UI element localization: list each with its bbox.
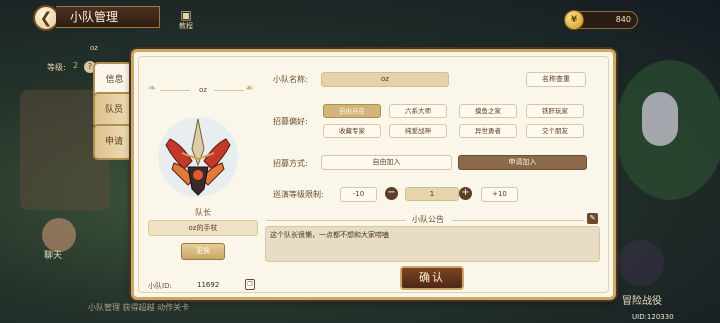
recruit-preference-label: 招募偏好:: [273, 117, 308, 126]
team-emblem-icon[interactable]: [152, 109, 244, 203]
preference-chip[interactable]: 纯爱战神: [389, 124, 447, 138]
level-limit-label: 巡演等级限制:: [273, 190, 324, 199]
ornament-line-right: [214, 90, 244, 91]
level-plus-ten-button[interactable]: +10: [481, 187, 518, 202]
widget-level-value: 2: [73, 61, 79, 70]
ornament-right-icon: ☙: [245, 83, 254, 94]
preference-chip[interactable]: 交个朋友: [526, 124, 584, 138]
method-free-join-button[interactable]: 自由加入: [321, 155, 452, 170]
ornament-line-left: [160, 90, 190, 91]
widget-team-name: oz: [90, 44, 98, 52]
tutorial-button[interactable]: ▣ 教程: [176, 8, 196, 32]
tutorial-label: 教程: [179, 22, 193, 30]
ornament-left-icon: ❧: [148, 83, 157, 94]
preference-chip[interactable]: 六系大师: [389, 104, 447, 118]
notice-divider-left: [266, 220, 406, 221]
emblem-graphic: [158, 117, 238, 197]
level-increase-button[interactable]: +: [459, 187, 472, 200]
team-name-heading: oz: [199, 86, 207, 94]
team-id-label: 小队ID:: [148, 282, 172, 290]
user-id: UID:120330: [632, 313, 674, 321]
recruit-method-label: 招募方式:: [273, 159, 308, 168]
level-limit-input[interactable]: 1: [405, 187, 459, 201]
background-character: [42, 218, 76, 252]
tab-applications-label: 申请: [104, 137, 123, 147]
name-check-button[interactable]: 名称查重: [526, 72, 586, 87]
currency-display[interactable]: ¥ 840: [564, 10, 638, 30]
confirm-button[interactable]: 确认: [400, 266, 464, 290]
widget-level-label: 等级:: [47, 63, 66, 72]
notice-title: 小队公告: [412, 215, 444, 224]
preference-chip[interactable]: 异世勇者: [459, 124, 517, 138]
team-name-label: 小队名称:: [273, 75, 308, 84]
team-id-value: 11692: [197, 281, 220, 289]
chat-button[interactable]: 聊天: [44, 248, 62, 261]
tab-applications[interactable]: 申请: [93, 124, 133, 160]
team-name-input[interactable]: oz: [321, 72, 449, 87]
method-apply-join-button[interactable]: 申请加入: [458, 155, 587, 170]
background-bunny: [642, 92, 678, 146]
leader-caption: 队长: [195, 208, 211, 217]
top-bar: ❮ 小队管理 ▣ 教程 ¥ 840: [0, 0, 720, 34]
background-creature: [618, 240, 664, 286]
coin-icon: ¥: [564, 10, 584, 30]
level-decrease-button[interactable]: −: [385, 187, 398, 200]
currency-value: 840: [615, 15, 631, 24]
book-icon: ▣: [180, 8, 192, 22]
background-bottom-text: 小队管理 获得超越 动作关卡: [88, 303, 190, 312]
tab-members-label: 队员: [104, 105, 123, 115]
tab-members[interactable]: 队员: [93, 92, 133, 128]
adventure-button[interactable]: 冒险战役: [622, 292, 662, 307]
notice-divider-right: [452, 220, 584, 221]
preference-chip[interactable]: 铁肝玩家: [526, 104, 584, 118]
preference-chip[interactable]: 摸鱼之家: [459, 104, 517, 118]
edit-icon[interactable]: ✎: [587, 213, 598, 224]
page-title: 小队管理: [56, 6, 160, 28]
tab-info-label: 信息: [105, 75, 124, 85]
preference-chip[interactable]: 收藏专家: [323, 124, 381, 138]
arrow-left-icon: ❮: [39, 9, 53, 27]
preference-chip[interactable]: 自由自在: [323, 104, 381, 118]
copy-icon[interactable]: ❐: [245, 279, 255, 290]
change-emblem-button[interactable]: 更换: [181, 243, 225, 260]
level-minus-ten-button[interactable]: -10: [340, 187, 377, 202]
leader-name: oz的手杖: [148, 220, 258, 236]
notice-content[interactable]: 这个队长很懒，一点都不想和大家唠嗑: [265, 226, 600, 262]
